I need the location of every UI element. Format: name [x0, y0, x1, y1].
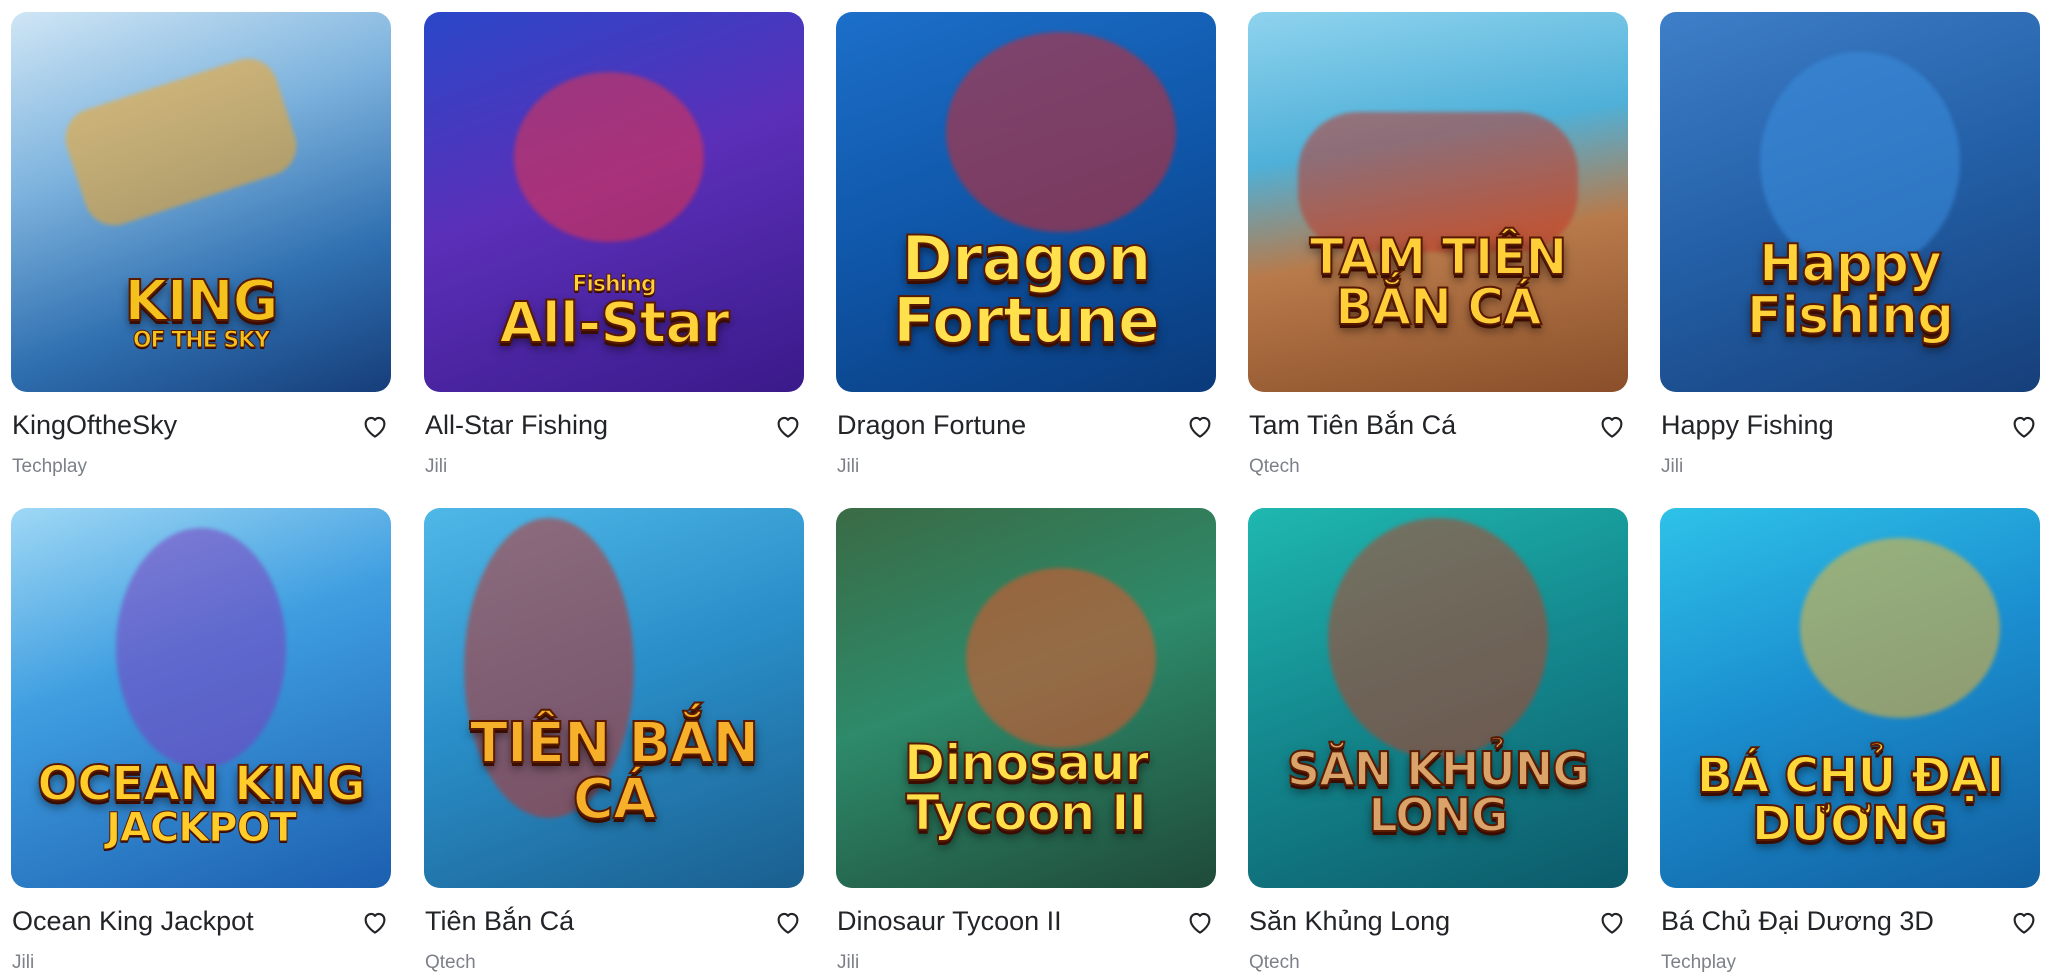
game-thumbnail[interactable]: BÁ CHỦ ĐẠI DƯƠNG — [1660, 508, 2040, 888]
game-thumbnail[interactable]: TAM TIÊN BẮN CÁ — [1248, 12, 1628, 392]
favorite-heart-icon[interactable] — [1185, 907, 1215, 937]
game-logo-text: TAM TIÊN BẮN CÁ — [1248, 231, 1628, 333]
game-logo-text: Dinosaur Tycoon II — [836, 737, 1216, 839]
game-provider: Techplay — [12, 456, 87, 477]
game-card[interactable]: BÁ CHỦ ĐẠI DƯƠNG Bá Chủ Đại Dương 3D Tec… — [1660, 508, 2040, 978]
game-logo-text: TIÊN BẮN CÁ — [424, 715, 804, 829]
game-logo-text: Happy Fishing — [1660, 237, 2040, 343]
game-title[interactable]: Dinosaur Tycoon II — [837, 906, 1062, 937]
game-grid: KING OF THE SKY KingOftheSky Techplay Fis… — [0, 0, 2048, 973]
game-logo-text: KING OF THE SKY — [11, 273, 391, 353]
game-card[interactable]: TAM TIÊN BẮN CÁ Tam Tiên Bắn Cá Qtech — [1248, 12, 1628, 482]
logo-main: TIÊN BẮN CÁ — [469, 711, 761, 832]
game-logo-text: BÁ CHỦ ĐẠI DƯƠNG — [1660, 751, 2040, 849]
logo-main: Happy Fishing — [1746, 234, 1955, 346]
logo-main: BÁ CHỦ ĐẠI DƯƠNG — [1696, 748, 2006, 852]
game-card[interactable]: Fishing All-Star All-Star Fishing Jili — [424, 12, 804, 482]
logo-sub: OF THE SKY — [132, 328, 270, 353]
game-provider: Jili — [425, 456, 448, 477]
game-logo-text: Dragon Fortune — [836, 227, 1216, 353]
favorite-heart-icon[interactable] — [360, 411, 390, 441]
game-logo-text: SĂN KHỦNG LONG — [1248, 745, 1628, 839]
game-provider: Jili — [1661, 456, 1684, 477]
thumbnail-decoration — [946, 32, 1176, 232]
favorite-heart-icon[interactable] — [773, 907, 803, 937]
logo-main: TAM TIÊN BẮN CÁ — [1309, 228, 1569, 336]
favorite-heart-icon[interactable] — [2009, 907, 2039, 937]
game-logo-text: Fishing All-Star — [424, 273, 804, 353]
thumbnail-decoration — [116, 528, 286, 768]
game-title[interactable]: Săn Khủng Long — [1249, 906, 1450, 937]
game-thumbnail[interactable]: SĂN KHỦNG LONG — [1248, 508, 1628, 888]
thumbnail-decoration — [1800, 538, 2000, 718]
logo-main: SĂN KHỦNG LONG — [1286, 742, 1591, 842]
game-card[interactable]: KING OF THE SKY KingOftheSky Techplay — [11, 12, 391, 482]
logo-main: KING — [123, 269, 279, 334]
favorite-heart-icon[interactable] — [2009, 411, 2039, 441]
logo-main: OCEAN KING — [36, 756, 366, 812]
game-thumbnail[interactable]: KING OF THE SKY — [11, 12, 391, 392]
game-title[interactable]: All-Star Fishing — [425, 410, 608, 441]
game-card[interactable]: Dragon Fortune Dragon Fortune Jili — [836, 12, 1216, 482]
game-title[interactable]: Bá Chủ Đại Dương 3D — [1661, 906, 1934, 937]
favorite-heart-icon[interactable] — [1597, 411, 1627, 441]
game-title[interactable]: Happy Fishing — [1661, 410, 1834, 441]
favorite-heart-icon[interactable] — [1185, 411, 1215, 441]
game-card[interactable]: SĂN KHỦNG LONG Săn Khủng Long Qtech — [1248, 508, 1628, 978]
game-card[interactable]: Dinosaur Tycoon II Dinosaur Tycoon II Ji… — [836, 508, 1216, 978]
game-card[interactable]: TIÊN BẮN CÁ Tiên Bắn Cá Qtech — [424, 508, 804, 978]
logo-main: All-Star — [498, 291, 730, 356]
favorite-heart-icon[interactable] — [773, 411, 803, 441]
game-thumbnail[interactable]: Fishing All-Star — [424, 12, 804, 392]
game-thumbnail[interactable]: Dragon Fortune — [836, 12, 1216, 392]
game-thumbnail[interactable]: OCEAN KING JACKPOT — [11, 508, 391, 888]
game-logo-text: OCEAN KING JACKPOT — [11, 759, 391, 851]
logo-main: Dinosaur Tycoon II — [903, 734, 1150, 842]
logo-main: Dragon Fortune — [892, 222, 1161, 357]
game-card[interactable]: OCEAN KING JACKPOT Ocean King Jackpot Jil… — [11, 508, 391, 978]
game-provider: Jili — [837, 456, 860, 477]
favorite-heart-icon[interactable] — [360, 907, 390, 937]
logo-sub: JACKPOT — [106, 805, 298, 851]
game-title[interactable]: Tiên Bắn Cá — [425, 906, 574, 937]
game-thumbnail[interactable]: TIÊN BẮN CÁ — [424, 508, 804, 888]
favorite-heart-icon[interactable] — [1597, 907, 1627, 937]
thumbnail-decoration — [514, 72, 704, 242]
thumbnail-decoration — [966, 568, 1156, 748]
game-title[interactable]: KingOftheSky — [12, 410, 177, 441]
game-title[interactable]: Ocean King Jackpot — [12, 906, 254, 937]
game-title[interactable]: Dragon Fortune — [837, 410, 1026, 441]
game-title[interactable]: Tam Tiên Bắn Cá — [1249, 410, 1456, 441]
thumbnail-decoration — [1328, 518, 1548, 758]
game-card[interactable]: Happy Fishing Happy Fishing Jili — [1660, 12, 2040, 482]
game-provider: Qtech — [1249, 456, 1300, 477]
game-thumbnail[interactable]: Dinosaur Tycoon II — [836, 508, 1216, 888]
game-thumbnail[interactable]: Happy Fishing — [1660, 12, 2040, 392]
